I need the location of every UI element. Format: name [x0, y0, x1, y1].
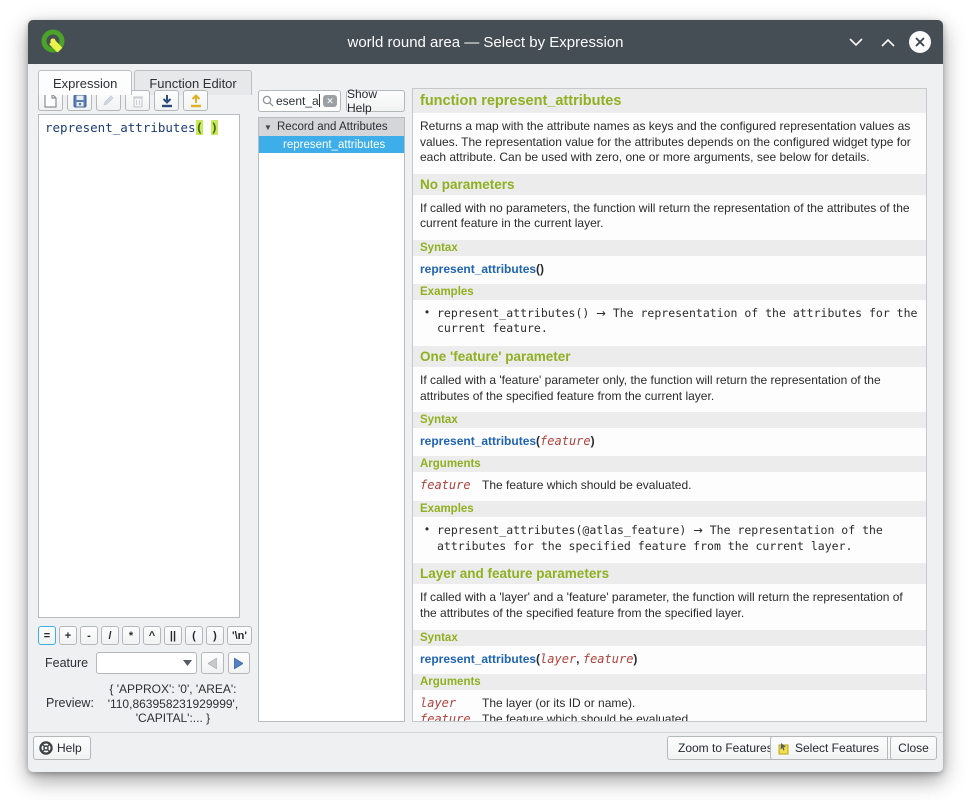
help-section-header: No parameters: [413, 174, 926, 195]
select-features-label: Select Features: [795, 741, 879, 755]
help-section-header: Layer and feature parameters: [413, 563, 926, 584]
tree-group-record-and-attributes[interactable]: ▼ Record and Attributes: [259, 118, 404, 136]
select-features-split-button: Select Features ▼: [770, 736, 905, 760]
operator-button-^[interactable]: ^: [143, 626, 161, 645]
tree-item-represent_attributes[interactable]: represent_attributes: [259, 136, 404, 153]
help-section-header: Syntax: [413, 412, 926, 428]
help-section-header: Arguments: [413, 456, 926, 472]
help-argument-row: layerThe layer (or its ID or name).: [420, 695, 919, 711]
help-arguments: layerThe layer (or its ID or name).featu…: [413, 692, 926, 722]
operator-button-nnnn[interactable]: '\n': [227, 626, 252, 645]
footer-separator: [28, 732, 943, 733]
expression-editor[interactable]: represent_attributes( ): [38, 114, 240, 618]
operator-button-([interactable]: (: [185, 626, 203, 645]
feature-combobox[interactable]: [96, 652, 197, 674]
help-section-header: Syntax: [413, 240, 926, 256]
operator-button-||[interactable]: ||: [164, 626, 182, 645]
feature-label: Feature: [45, 656, 88, 670]
minimize-icon[interactable]: [845, 31, 867, 53]
help-section-header: Syntax: [413, 630, 926, 646]
select-by-expression-dialog: world round area — Select by Expression …: [28, 20, 943, 772]
operator-button--[interactable]: -: [80, 626, 98, 645]
help-paragraph: If called with a 'layer' and a 'feature'…: [413, 586, 926, 627]
zoom-to-features-button[interactable]: Zoom to Features: [667, 736, 784, 760]
help-syntax-code: represent_attributes(layer, feature): [413, 648, 926, 672]
preview-row: Preview: { 'APPROX': '0', 'AREA': '110,8…: [38, 682, 253, 726]
operator-button-*[interactable]: *: [122, 626, 140, 645]
previous-feature-button[interactable]: [201, 652, 223, 674]
import-expression-icon[interactable]: [154, 90, 179, 111]
help-function-title: function represent_attributes: [413, 89, 926, 113]
help-section-header: Arguments: [413, 674, 926, 690]
show-help-button[interactable]: Show Help: [346, 90, 405, 112]
operator-buttons: =+-/*^||()'\n': [38, 626, 252, 645]
search-text: esent_a: [276, 94, 323, 108]
help-button-label: Help: [57, 741, 82, 755]
help-paragraph: If called with no parameters, the functi…: [413, 197, 926, 238]
window-title: world round area — Select by Expression: [28, 34, 943, 51]
next-feature-button[interactable]: [228, 652, 250, 674]
help-arguments: featureThe feature which should be evalu…: [413, 474, 926, 499]
help-icon: [39, 741, 53, 755]
paren-open-highlight: (: [196, 120, 204, 135]
help-section-header: One 'feature' parameter: [413, 346, 926, 367]
operator-button-=[interactable]: =: [38, 626, 56, 645]
export-expression-icon[interactable]: [183, 90, 208, 111]
help-example: represent_attributes() → The representat…: [413, 302, 926, 344]
chevron-down-icon: [183, 660, 192, 666]
help-argument-row: featureThe feature which should be evalu…: [420, 711, 919, 722]
select-features-icon: [777, 742, 790, 755]
help-syntax-code: represent_attributes(): [413, 258, 926, 282]
tab-expression[interactable]: Expression: [38, 70, 132, 95]
search-icon: [262, 95, 274, 107]
search-input[interactable]: esent_a ✕: [258, 90, 341, 112]
help-paragraph: Returns a map with the attribute names a…: [413, 115, 926, 172]
help-section-header: Examples: [413, 284, 926, 300]
operator-button-/[interactable]: /: [101, 626, 119, 645]
function-help-panel[interactable]: function represent_attributes Returns a …: [412, 88, 927, 722]
help-paragraph: If called with a 'feature' parameter onl…: [413, 369, 926, 410]
expression-text: represent_attributes: [45, 120, 196, 135]
close-button[interactable]: Close: [890, 736, 937, 760]
footer: Help Zoom to Features Select Features ▼ …: [28, 736, 943, 764]
function-tree: ▼ Record and Attributes represent_attrib…: [258, 117, 405, 722]
qgis-logo-icon: [40, 28, 68, 56]
tree-group-label: Record and Attributes: [277, 121, 388, 133]
help-example: represent_attributes(@atlas_feature) → T…: [413, 519, 926, 561]
operator-button-)[interactable]: ): [206, 626, 224, 645]
help-section-header: Examples: [413, 501, 926, 517]
close-icon[interactable]: [909, 31, 931, 53]
maximize-icon[interactable]: [877, 31, 899, 53]
help-syntax-code: represent_attributes(feature): [413, 430, 926, 454]
preview-value: { 'APPROX': '0', 'AREA': '110,8639582319…: [98, 682, 248, 726]
preview-label: Preview:: [46, 696, 94, 726]
help-button[interactable]: Help: [33, 736, 91, 760]
tree-expander-icon[interactable]: ▼: [259, 123, 277, 132]
paren-close-highlight: ): [211, 120, 219, 135]
feature-row: Feature: [38, 652, 250, 674]
clear-search-icon[interactable]: ✕: [323, 95, 337, 107]
select-features-button[interactable]: Select Features: [770, 736, 888, 760]
titlebar[interactable]: world round area — Select by Expression: [28, 20, 943, 64]
help-argument-row: featureThe feature which should be evalu…: [420, 477, 919, 493]
operator-button-+[interactable]: +: [59, 626, 77, 645]
